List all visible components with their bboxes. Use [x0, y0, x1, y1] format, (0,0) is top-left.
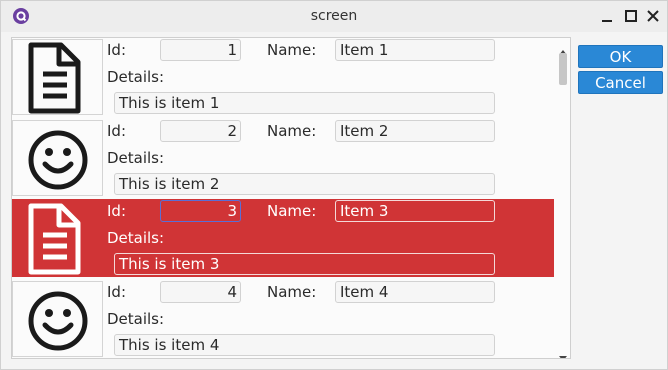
id-field[interactable]: 3 [160, 200, 241, 222]
list-item-selected[interactable]: Id: 3 Name: Item 3 Details: This is item… [12, 199, 554, 277]
maximize-button[interactable] [622, 7, 640, 25]
smiley-icon [12, 120, 103, 196]
list-item[interactable]: Id: 4 Name: Item 4 Details: This is item… [12, 280, 554, 358]
name-field[interactable]: Item 4 [335, 281, 495, 303]
name-label: Name: [267, 122, 317, 140]
document-icon [12, 200, 103, 276]
name-field[interactable]: Item 3 [335, 200, 495, 222]
scrollbar-thumb[interactable] [559, 53, 567, 85]
cancel-button[interactable]: Cancel [578, 71, 663, 94]
id-label: Id: [107, 202, 126, 220]
list-item[interactable]: Id: 2 Name: Item 2 Details: This is item… [12, 119, 554, 197]
details-label: Details: [107, 229, 165, 247]
name-label: Name: [267, 283, 317, 301]
close-icon [647, 10, 659, 22]
title-bar[interactable]: screen [1, 1, 667, 32]
id-field[interactable]: 2 [160, 120, 241, 142]
maximize-icon [625, 10, 637, 22]
details-label: Details: [107, 310, 165, 328]
app-window: screen Id: 1 Name: Item 1 Details: This … [0, 0, 668, 370]
details-field[interactable]: This is item 1 [114, 92, 495, 114]
id-label: Id: [107, 41, 126, 59]
details-label: Details: [107, 149, 165, 167]
ok-button[interactable]: OK [578, 45, 663, 68]
details-field[interactable]: This is item 4 [114, 334, 495, 356]
minimize-icon [602, 20, 612, 22]
list-item[interactable]: Id: 1 Name: Item 1 Details: This is item… [12, 38, 554, 116]
id-field[interactable]: 4 [160, 281, 241, 303]
minimize-button[interactable] [598, 7, 616, 25]
id-label: Id: [107, 283, 126, 301]
name-field[interactable]: Item 1 [335, 39, 495, 61]
name-label: Name: [267, 41, 317, 59]
name-field[interactable]: Item 2 [335, 120, 495, 142]
details-field[interactable]: This is item 3 [114, 253, 495, 275]
name-label: Name: [267, 202, 317, 220]
scroll-down-icon[interactable] [559, 347, 567, 358]
details-label: Details: [107, 68, 165, 86]
document-icon [12, 39, 103, 115]
window-title: screen [310, 8, 358, 24]
id-field[interactable]: 1 [160, 39, 241, 61]
id-label: Id: [107, 122, 126, 140]
close-button[interactable] [644, 7, 662, 25]
vertical-scrollbar[interactable] [557, 38, 569, 358]
item-list[interactable]: Id: 1 Name: Item 1 Details: This is item… [11, 37, 571, 359]
details-field[interactable]: This is item 2 [114, 173, 495, 195]
smiley-icon [12, 281, 103, 357]
